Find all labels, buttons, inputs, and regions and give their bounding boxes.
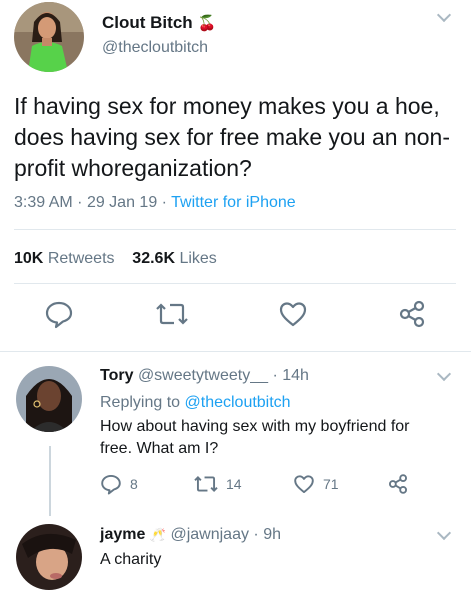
reply-retweet-button[interactable]: 14 bbox=[194, 473, 242, 495]
share-button[interactable] bbox=[397, 299, 427, 329]
author-avatar[interactable] bbox=[14, 2, 84, 72]
heart-icon bbox=[294, 475, 314, 494]
glasses-emoji-icon: 🥂 bbox=[149, 527, 167, 542]
reply-like-button[interactable]: 71 bbox=[293, 473, 339, 495]
reply-reply-button[interactable]: 8 bbox=[100, 473, 138, 495]
retweet-arrows-icon bbox=[194, 476, 218, 492]
reply-avatar-tory[interactable] bbox=[16, 366, 82, 432]
divider bbox=[14, 229, 456, 230]
retweets-count: 10K bbox=[14, 250, 44, 267]
chevron-down-icon[interactable] bbox=[436, 366, 452, 382]
reply-share-button[interactable] bbox=[387, 473, 409, 495]
tweet-meta: 3:39 AM · 29 Jan 19 · Twitter for iPhone bbox=[14, 194, 296, 212]
likes-stat[interactable]: 32.6K Likes bbox=[132, 250, 217, 267]
tweet-text: If having sex for money makes you a hoe,… bbox=[14, 93, 450, 181]
reply-avatar-jayme[interactable] bbox=[16, 524, 82, 590]
retweets-label: Retweets bbox=[47, 250, 115, 267]
chevron-down-icon[interactable] bbox=[436, 525, 452, 541]
reply-button[interactable] bbox=[44, 299, 74, 329]
reply-text: How about having sex with my boyfriend f… bbox=[100, 418, 410, 457]
reply-age: · 9h bbox=[253, 526, 281, 543]
retweets-stat[interactable]: 10K Retweets bbox=[14, 250, 115, 267]
tweet-date[interactable]: 29 Jan 19 bbox=[87, 194, 157, 211]
reply-count: 8 bbox=[130, 476, 138, 492]
tweet-stats: 10K Retweets 32.6K Likes bbox=[14, 250, 217, 268]
like-count: 71 bbox=[323, 476, 339, 492]
meta-separator: · bbox=[77, 194, 83, 211]
replying-to: Replying to @thecloutbitch bbox=[100, 394, 291, 412]
retweet-button[interactable] bbox=[156, 299, 188, 329]
divider bbox=[14, 283, 456, 284]
author-handle[interactable]: @thecloutbitch bbox=[102, 39, 208, 57]
author-display-name[interactable]: Clout Bitch bbox=[102, 13, 193, 33]
share-nodes-icon bbox=[399, 300, 425, 328]
speech-bubble-icon bbox=[101, 474, 121, 495]
heart-icon bbox=[279, 302, 307, 327]
likes-label: Likes bbox=[179, 250, 217, 267]
chevron-down-icon[interactable] bbox=[436, 7, 452, 23]
divider bbox=[0, 351, 471, 352]
reply-header: Tory @sweetytweety__ · 14h bbox=[100, 367, 309, 385]
replying-prefix: Replying to bbox=[100, 394, 181, 411]
reply-author-name[interactable]: Tory bbox=[100, 367, 133, 384]
cherry-emoji-icon: 🍒 bbox=[197, 15, 217, 32]
reply-text: A charity bbox=[100, 551, 162, 568]
tweet-time: 3:39 AM bbox=[14, 194, 73, 211]
reply-header: jayme 🥂 @jawnjaay · 9h bbox=[100, 526, 281, 544]
replying-to-handle[interactable]: @thecloutbitch bbox=[185, 394, 291, 411]
meta-separator: · bbox=[161, 194, 167, 211]
retweet-arrows-icon bbox=[156, 303, 188, 325]
share-nodes-icon bbox=[388, 474, 408, 494]
likes-count: 32.6K bbox=[132, 250, 175, 267]
thread-line bbox=[49, 446, 51, 516]
retweet-count: 14 bbox=[226, 476, 242, 492]
reply-age: · 14h bbox=[272, 367, 309, 384]
author-name[interactable]: Clout Bitch 🍒 bbox=[102, 13, 216, 33]
tweet-source[interactable]: Twitter for iPhone bbox=[171, 194, 296, 211]
reply-author-handle[interactable]: @sweetytweety__ bbox=[138, 367, 268, 384]
speech-bubble-icon bbox=[45, 301, 73, 329]
reply-author-name[interactable]: jayme bbox=[100, 526, 145, 543]
like-button[interactable] bbox=[278, 299, 308, 329]
reply-author-handle[interactable]: @jawnjaay bbox=[170, 526, 249, 543]
